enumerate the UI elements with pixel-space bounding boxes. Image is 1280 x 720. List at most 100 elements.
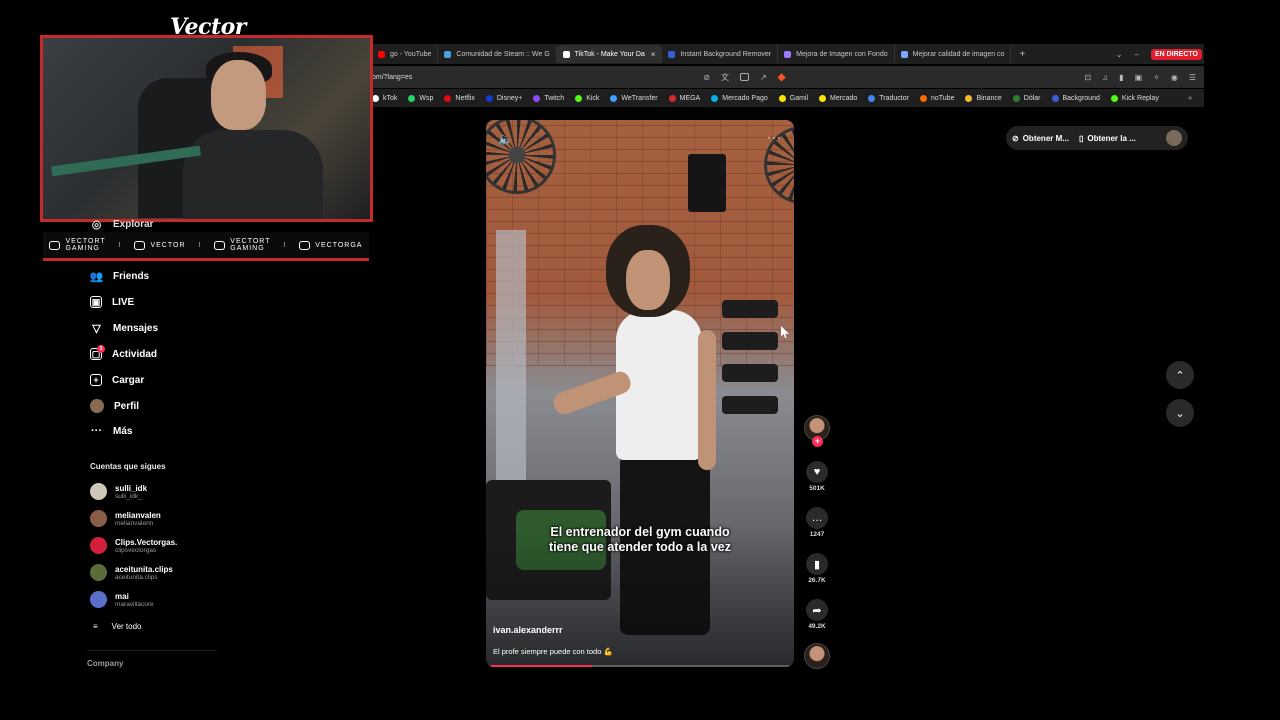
bookmark-item[interactable]: Mercado Pago (711, 94, 768, 102)
tab-title: Comunidad de Steam :: We G (456, 50, 550, 58)
bookmark-item[interactable]: Binance (965, 94, 1002, 102)
new-tab-button[interactable]: + (1019, 49, 1025, 60)
video-player[interactable]: 🔈 ··· El entrenador del gym cuando tiene… (486, 120, 794, 667)
leo-icon[interactable]: ✧ (1153, 73, 1160, 82)
brave-shield-icon[interactable]: ◆ (778, 72, 786, 83)
browser-tab[interactable]: Instant Background Remover (662, 45, 779, 63)
vpn-icon[interactable]: ◉ (1171, 73, 1178, 82)
bookmark-item[interactable]: Gamil (778, 94, 808, 102)
like-action[interactable]: ♥ 501K (806, 461, 828, 492)
wallet-icon[interactable]: ▣ (1135, 73, 1143, 82)
twitter-icon (214, 240, 226, 250)
sidebar-item-live[interactable]: ▣ LIVE (90, 294, 134, 310)
sidebar-item-upload[interactable]: + Cargar (90, 372, 144, 388)
company-link[interactable]: Company (87, 659, 123, 668)
sidebar-item-label: Cargar (112, 374, 145, 386)
sidebar-item-label: Explorar (113, 219, 154, 230)
next-video-button[interactable]: ⌄ (1166, 399, 1194, 427)
more-options-icon[interactable]: ··· (767, 130, 782, 144)
browser-tab[interactable]: Mejora de Imagen con Fondo (778, 45, 895, 63)
sidebar-item-profile[interactable]: Perfil (90, 398, 139, 414)
sidebar-icon[interactable]: ▮ (1119, 73, 1123, 82)
heart-icon[interactable]: ♥ (806, 461, 828, 483)
bookmark-item[interactable]: MEGA (668, 94, 700, 102)
bookmark-label: Wsp (419, 94, 434, 102)
browser-tab[interactable]: go - YouTube (372, 45, 439, 63)
bookmark-item[interactable]: Mercado (819, 94, 857, 102)
bookmark-item[interactable]: noTube (919, 94, 955, 102)
followed-account[interactable]: Clips.Vectorgas. clipsvectorgas (90, 537, 177, 554)
bookmark-label: noTube (930, 94, 955, 102)
followed-account[interactable]: mai maravillacore (90, 591, 154, 608)
like-count: 501K (809, 485, 825, 492)
address-bar[interactable]: om/?lang=es ⊘ 文 ↗ ◆ ⊡ ♫ ▮ ▣ ✧ ◉ ☰ (372, 66, 1204, 88)
screen-share-icon[interactable]: ⊘ (703, 73, 710, 82)
video-author[interactable]: ivan.alexanderrr (493, 625, 563, 635)
bookmark-item[interactable]: kTok (372, 94, 398, 102)
account-avatar (90, 537, 107, 554)
music-icon[interactable]: ♫ (1102, 73, 1108, 82)
bookmark-item[interactable]: Disney+ (485, 94, 522, 102)
sidebar-item-label: Mensajes (113, 322, 159, 334)
bookmark-favicon-icon (778, 94, 786, 102)
translate-icon[interactable]: 文 (721, 72, 729, 83)
sidebar-item-label: Friends (113, 270, 150, 282)
followed-account[interactable]: sulli_idk sulli_idk_ (90, 483, 147, 500)
bookmark-item[interactable]: Twitch (533, 94, 564, 102)
url-text[interactable]: om/?lang=es (372, 74, 412, 81)
sidebar-item-more[interactable]: ··· Más (90, 423, 132, 439)
bookmark-item[interactable]: Background (1051, 94, 1100, 102)
bookmark-favicon-icon (919, 94, 927, 102)
bookmark-item[interactable]: Wsp (408, 94, 434, 102)
minimize-icon[interactable]: – (1135, 50, 1139, 59)
bookmark-item[interactable]: Kick Replay (1110, 94, 1159, 102)
get-desktop-button[interactable]: ▯ Obtener la ... (1079, 134, 1136, 143)
sidebar-item-activity[interactable]: ▢ 3 Actividad (90, 345, 158, 362)
see-all-link[interactable]: ≡ Ver todo (93, 622, 141, 631)
chat-icon (134, 240, 146, 250)
see-all-label: Ver todo (111, 622, 142, 631)
browser-tab[interactable]: Comunidad de Steam :: We G (438, 45, 557, 63)
sidebar-item-label: Actividad (112, 348, 158, 360)
bookmark-item[interactable]: WeTransfer (610, 94, 658, 102)
extension-icon[interactable]: ⊡ (1084, 73, 1091, 82)
menu-icon[interactable]: ☰ (1189, 73, 1196, 82)
followed-account[interactable]: melianvalen melianvalenn (90, 510, 161, 527)
sound-avatar[interactable] (804, 643, 830, 669)
volume-icon[interactable]: 🔈 (498, 132, 513, 146)
desktop-icon: ▯ (1078, 133, 1084, 143)
close-tab-icon[interactable]: × (651, 50, 656, 59)
more-bookmarks-icon[interactable]: » (1188, 95, 1204, 102)
following-accounts-title: Cuentas que sigues (90, 462, 166, 471)
save-action[interactable]: ▮ 26.7K (806, 553, 828, 584)
previous-video-button[interactable]: ⌃ (1166, 361, 1194, 389)
user-avatar[interactable] (1166, 130, 1182, 146)
tab-favicon-icon (900, 50, 908, 58)
sidebar-item-label: LIVE (112, 296, 135, 308)
bookmark-item[interactable]: Kick (575, 94, 600, 102)
video-progress-bar[interactable] (490, 665, 790, 667)
browser-tab[interactable]: TikTok - Make Your Da × (556, 45, 663, 63)
sidebar-item-messages[interactable]: ▽ Mensajes (90, 320, 158, 336)
weight-rack (722, 300, 778, 435)
sidebar-item-explore[interactable]: ◎ Explorar (90, 218, 154, 231)
sidebar-item-friends[interactable]: 👥 Friends (90, 268, 149, 284)
comment-icon[interactable]: … (806, 507, 828, 529)
tab-title: Mejora de Imagen con Fondo (796, 50, 888, 58)
get-app-button[interactable]: ⊘ Obtener M... (1012, 134, 1069, 143)
browser-tab[interactable]: Mejorar calidad de imagen co (895, 45, 1012, 63)
comment-action[interactable]: … 1247 (806, 507, 828, 538)
bookmark-label: kTok (383, 94, 398, 102)
followed-account[interactable]: aceitunita.clips aceitunita.clips (90, 564, 173, 581)
cast-icon[interactable] (740, 73, 750, 81)
follow-button[interactable]: + (812, 436, 823, 447)
bookmark-label: Kick (586, 94, 600, 102)
bookmark-item[interactable]: Netflix (444, 94, 475, 102)
tab-list-icon[interactable]: ⌄ (1116, 50, 1123, 59)
share-icon[interactable]: ↗ (760, 73, 767, 82)
bookmark-item[interactable]: Dólar (1012, 94, 1041, 102)
bookmark-item[interactable]: Traductor (868, 94, 909, 102)
bookmark-icon[interactable]: ▮ (806, 553, 828, 575)
share-icon[interactable]: ➦ (806, 599, 828, 621)
share-action[interactable]: ➦ 49.2K (806, 599, 828, 630)
